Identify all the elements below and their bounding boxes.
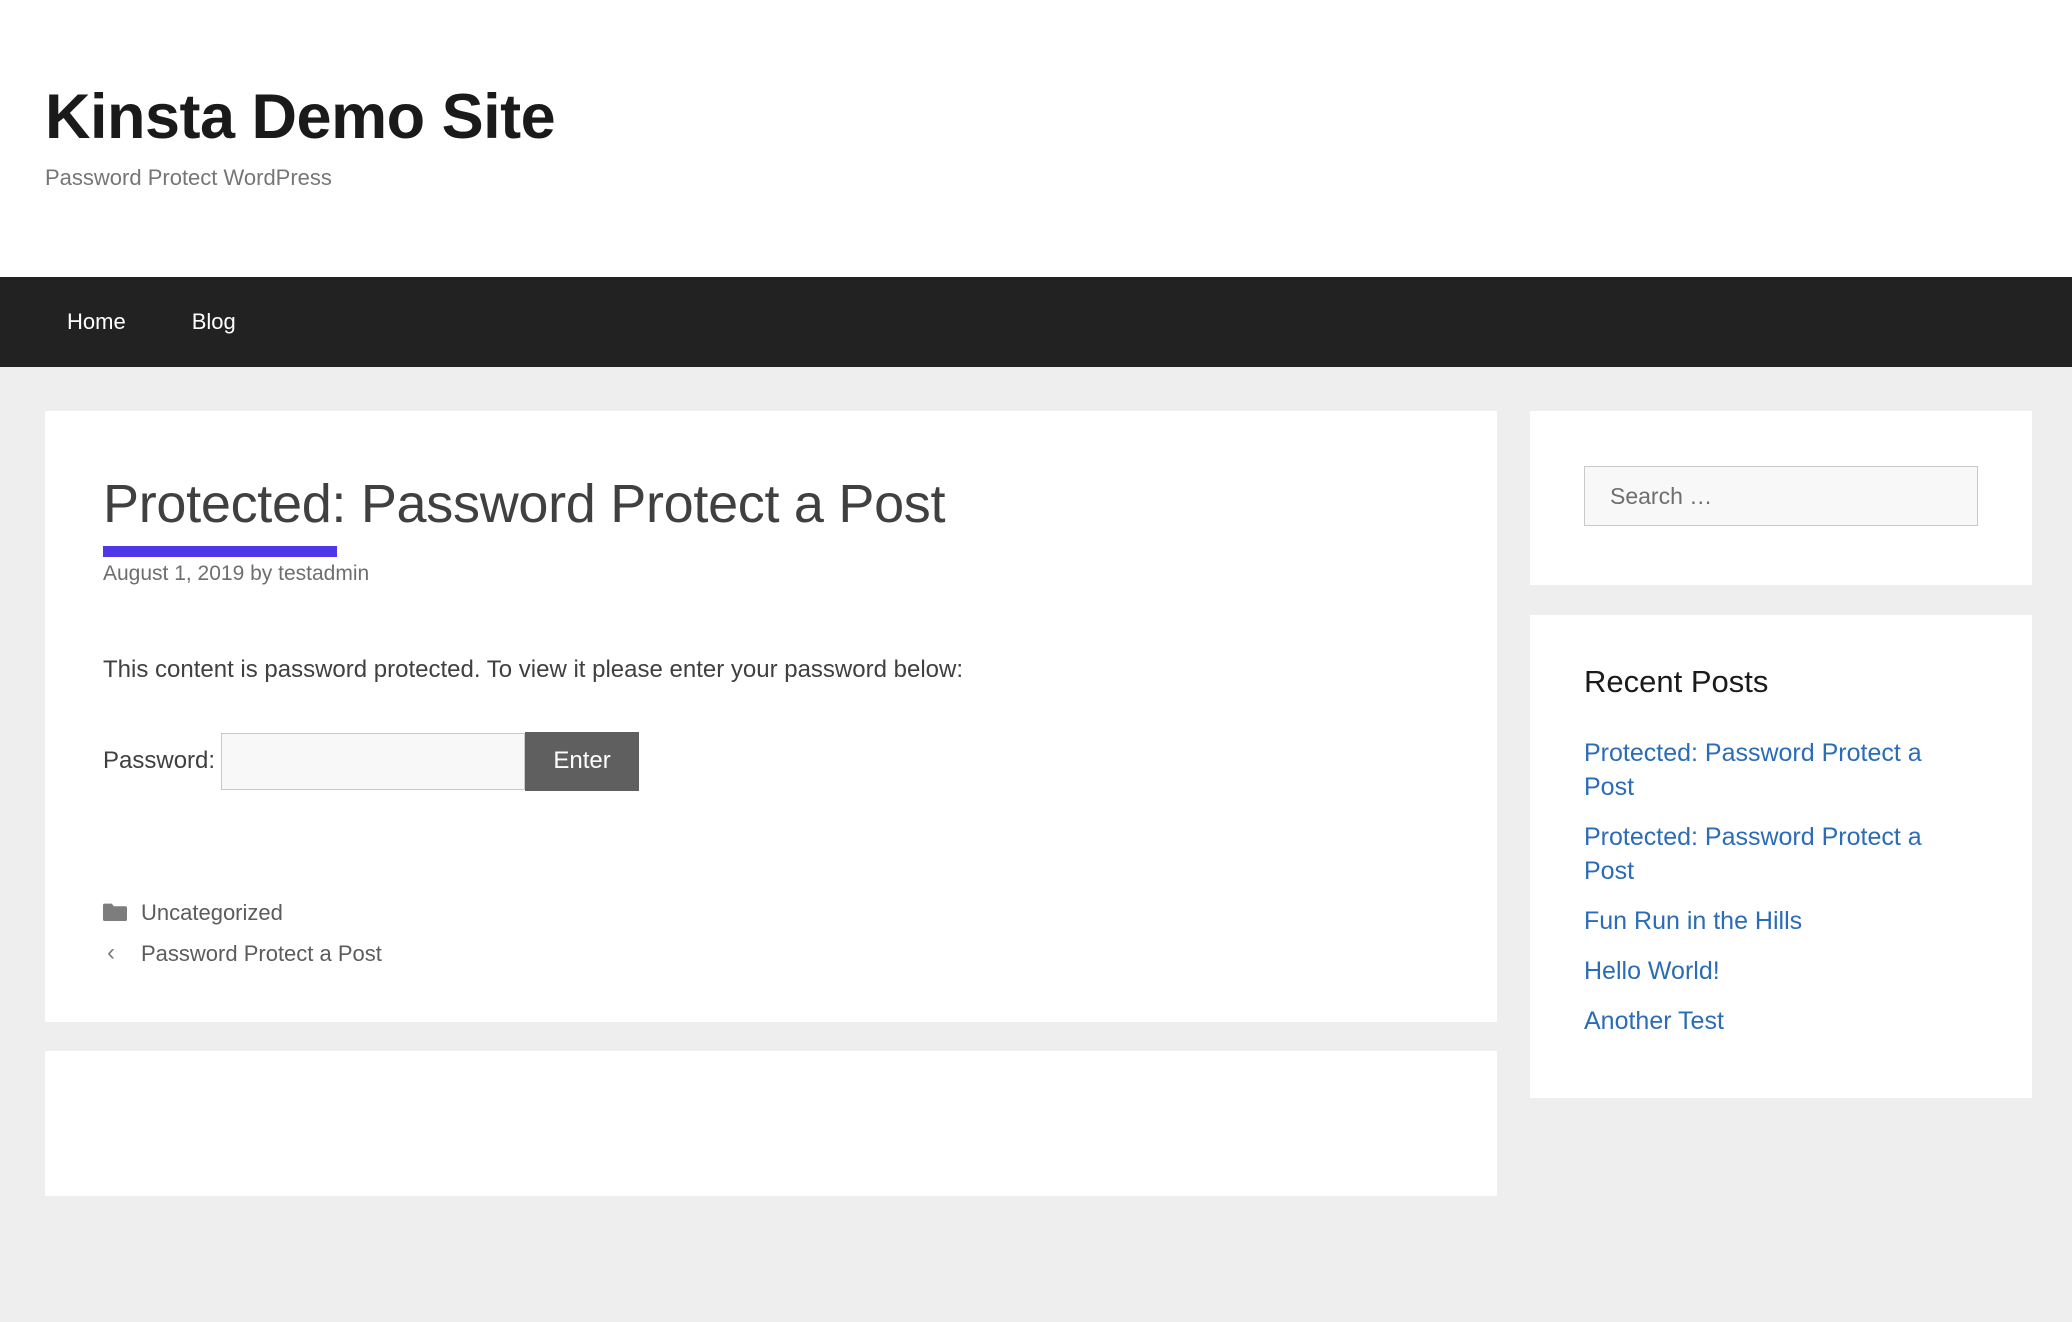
comments-section [45,1050,1497,1196]
recent-post-link[interactable]: Protected: Password Protect a Post [1584,739,1922,801]
nav-item-home[interactable]: Home [45,295,148,349]
sidebar: Recent Posts Protected: Password Protect… [1530,411,2032,1128]
site-title[interactable]: Kinsta Demo Site [45,84,2072,150]
main-content: Protected: Password Protect a Post Augus… [45,411,1497,1196]
post-meta: August 1, 2019 by testadmin [103,562,370,586]
recent-post-link[interactable]: Fun Run in the Hills [1584,907,1802,935]
page-wrapper: Protected: Password Protect a Post Augus… [0,367,2072,1196]
nav-list: Home Blog [45,295,280,349]
enter-button[interactable]: Enter [525,731,640,791]
list-item[interactable]: Protected: Password Protect a Post [1584,820,1978,888]
password-protected-notice: This content is password protected. To v… [103,656,963,684]
list-item[interactable]: Hello World! [1584,954,1978,988]
widget-recent-posts: Recent Posts Protected: Password Protect… [1530,615,2032,1099]
list-item[interactable]: Protected: Password Protect a Post [1584,736,1978,804]
primary-navigation: Home Blog [0,277,2072,367]
entry-content: This content is password protected. To v… [103,651,1439,791]
widget-title-recent-posts: Recent Posts [1584,664,1769,699]
site-header: Kinsta Demo Site Password Protect WordPr… [0,0,2072,277]
widget-search [1530,411,2032,585]
password-label: Password: [103,747,216,775]
post-password-form: Password: Enter [103,731,1439,791]
previous-post-row: ‹ Password Protect a Post [103,937,1439,970]
recent-post-link[interactable]: Protected: Password Protect a Post [1584,823,1922,885]
list-item[interactable]: Another Test [1584,1004,1978,1038]
folder-icon [103,903,131,922]
password-input[interactable] [221,732,526,790]
chevron-left-icon: ‹ [107,939,115,967]
nav-item-blog[interactable]: Blog [170,295,258,349]
search-form [1584,466,1978,526]
page-title: Protected: Password Protect a Post [103,474,946,534]
entry-footer: Uncategorized ‹ Password Protect a Post [103,896,1439,970]
search-input[interactable] [1584,466,1978,526]
list-item[interactable]: Fun Run in the Hills [1584,904,1978,938]
recent-post-link[interactable]: Hello World! [1584,957,1720,985]
post-article: Protected: Password Protect a Post Augus… [45,411,1497,1022]
site-tagline: Password Protect WordPress [45,165,332,191]
nav-link-blog[interactable]: Blog [170,295,258,349]
title-accent-bar [103,546,337,558]
previous-post-link[interactable]: Password Protect a Post [141,937,382,970]
nav-link-home[interactable]: Home [45,295,148,349]
recent-posts-list: Protected: Password Protect a Post Prote… [1584,736,1978,1038]
category-label[interactable]: Uncategorized [141,896,283,929]
category-row: Uncategorized [103,896,1439,929]
recent-post-link[interactable]: Another Test [1584,1007,1724,1035]
